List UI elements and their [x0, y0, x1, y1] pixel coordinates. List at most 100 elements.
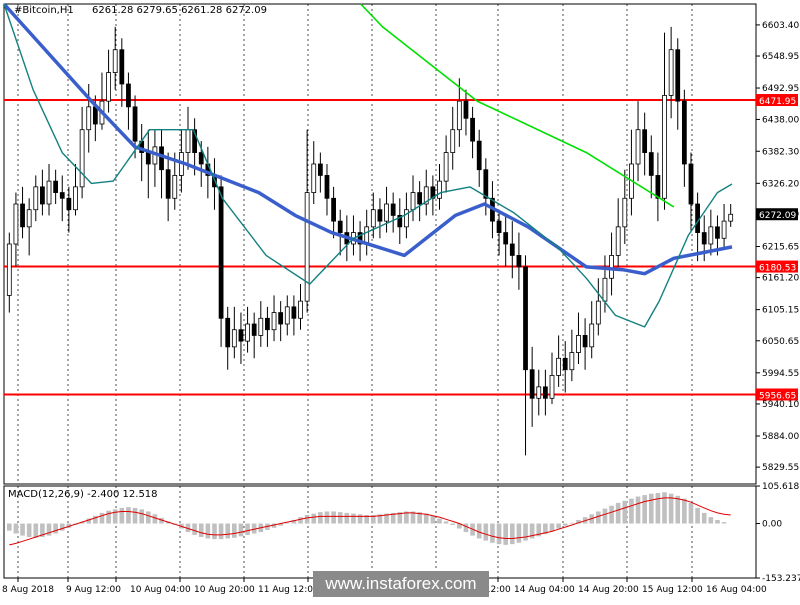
main-frame [3, 3, 757, 485]
candle-body [708, 226, 714, 245]
candle-body [655, 175, 661, 199]
candle-body [304, 192, 310, 302]
candle-body [225, 317, 231, 348]
candle-body [404, 209, 409, 228]
candle-body [622, 197, 628, 228]
candle-body [6, 243, 12, 296]
y-tick-label: 6438.00 [762, 115, 799, 125]
y-tick-label: 6548.95 [762, 52, 799, 62]
candle-body [59, 192, 65, 199]
symbol-label: #Bitcoin,H1 [14, 5, 74, 16]
candle-body [456, 100, 462, 131]
candle-body [721, 220, 727, 239]
candle-body [165, 169, 171, 199]
candle-body [582, 335, 588, 348]
y-tick-label: 6161.20 [762, 274, 799, 284]
candle-body [106, 72, 111, 102]
candle-body [26, 209, 32, 228]
candle-body [86, 106, 92, 131]
candle-body [715, 226, 720, 239]
candle-body [245, 323, 250, 342]
x-tick-label: 14 Aug 04:00 [514, 585, 575, 595]
candle-body [377, 209, 383, 222]
macd-label: MACD(12,26,9) -2.400 12.518 [8, 489, 158, 500]
y-tick-label: 6215.65 [762, 242, 799, 252]
x-tick-label: 14 Aug 20:00 [578, 585, 639, 595]
candle-body [119, 49, 125, 85]
candle-body [701, 232, 707, 245]
candle-body [569, 352, 575, 371]
candle-body [20, 203, 25, 228]
candle-body [13, 203, 19, 245]
candle-body [258, 317, 264, 336]
candle-body [728, 213, 734, 222]
candle-body [298, 300, 303, 319]
y-tick-label: 6050.65 [762, 337, 799, 347]
candle-body [509, 243, 515, 256]
candle-body [265, 317, 270, 331]
candle-body [172, 175, 178, 199]
candle-body [516, 255, 522, 268]
candle-body [311, 163, 317, 193]
candle-body [46, 180, 52, 205]
candle-body [642, 129, 648, 153]
y-tick-label: 6492.95 [762, 84, 799, 94]
y-tick-label: 6603.40 [762, 21, 799, 31]
level-price-label: 6180.53 [759, 264, 796, 274]
candle-body [92, 106, 98, 125]
candle-body [529, 369, 535, 399]
candle-body [278, 312, 284, 325]
candle-body [463, 100, 469, 119]
candle-body [271, 312, 277, 331]
candle-body [231, 329, 237, 348]
macd-y-tick-label: 0.00 [762, 520, 782, 530]
candle-body [126, 83, 131, 108]
y-tick-label: 5994.55 [762, 369, 799, 379]
candle-body [145, 152, 151, 165]
candle-body [284, 306, 290, 325]
candle-body [688, 163, 694, 205]
x-tick-label: 15 Aug 12:00 [642, 585, 703, 595]
level-price-label: 5956.65 [759, 391, 796, 401]
x-tick-label: 11 Aug 12:00 [258, 585, 319, 595]
main-price-panel: 6603.40 6548.95 6492.95 6438.00 6382.30 6326.… [2, 2, 799, 485]
candle-body [185, 129, 191, 153]
candle-body [384, 203, 389, 222]
candle-body [66, 197, 72, 211]
candle-body [536, 386, 542, 399]
candle-body [576, 335, 581, 353]
chart-svg: 6603.40 6548.95 6492.95 6438.00 6382.30 6326.… [2, 2, 800, 595]
y-tick-label: 6326.20 [762, 179, 799, 189]
candle-body [443, 152, 449, 182]
candle-body [324, 175, 330, 199]
candle-body [523, 266, 528, 371]
candle-body [291, 306, 297, 319]
candle-body [73, 186, 78, 211]
candle-body [198, 152, 204, 165]
level-price-label: 6471.95 [759, 97, 796, 107]
candle-body [496, 220, 502, 233]
candle-body [218, 186, 224, 319]
candle-body [33, 186, 39, 211]
candle-body [437, 180, 442, 199]
candle-body [450, 129, 456, 153]
candle-body [390, 203, 396, 216]
x-tick-label: 10 Aug 20:00 [194, 585, 255, 595]
candle-body [476, 140, 482, 171]
candle-body [370, 209, 376, 228]
candle-body [681, 100, 687, 165]
watermark: www.instaforex.com [313, 571, 489, 597]
macd-y-tick-label: 105.618 [762, 482, 799, 492]
candle-body [668, 49, 674, 96]
candle-body [238, 329, 244, 342]
candle-body [251, 323, 257, 336]
ohlc-label: 6261.28 6279.65 6261.28 6272.09 [92, 5, 267, 16]
candle-body [417, 192, 423, 205]
candle-body [695, 203, 700, 233]
macd-y-tick-label: -153.237 [762, 574, 800, 584]
candle-body [79, 129, 85, 188]
candle-body [331, 197, 336, 222]
candle-body [635, 129, 641, 165]
candle-body [337, 220, 343, 233]
y-tick-label: 6382.30 [762, 147, 799, 157]
